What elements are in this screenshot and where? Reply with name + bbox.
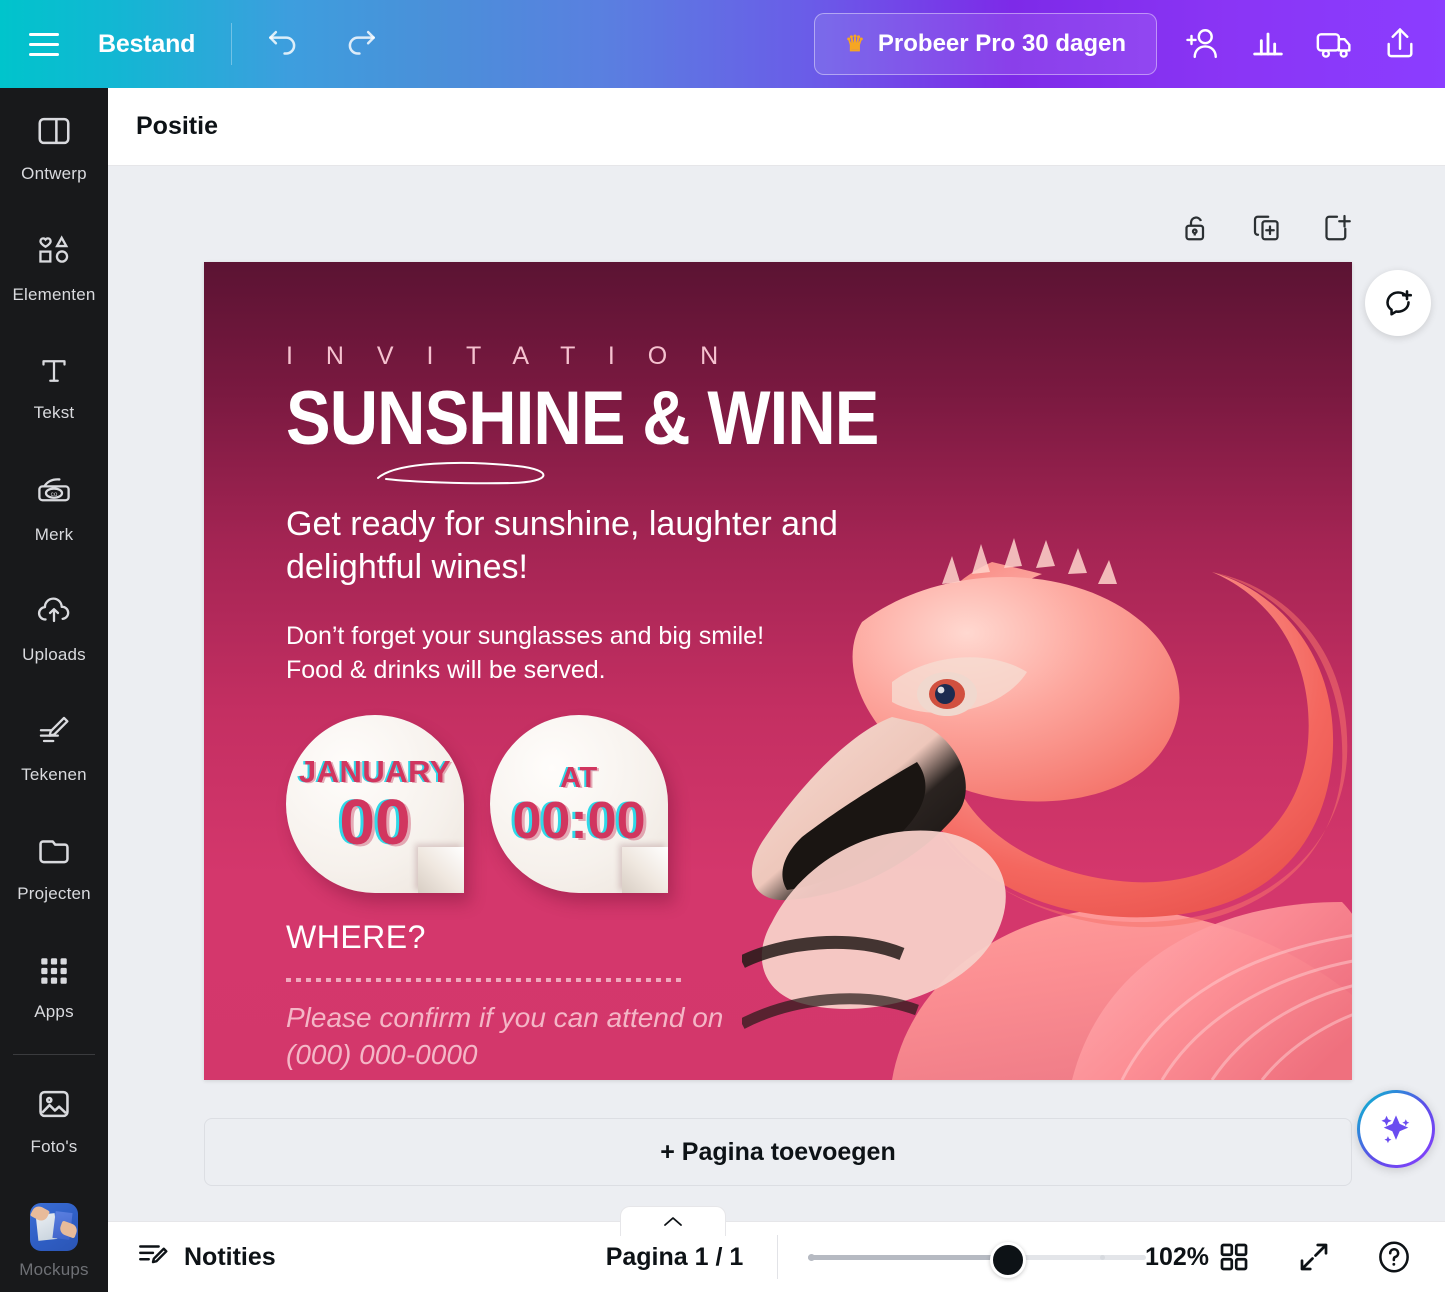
poster-title: SUNSHINE & WINE <box>286 376 879 461</box>
sidebar-label: Tekst <box>33 403 75 422</box>
expand-fullscreen-icon[interactable] <box>1289 1232 1339 1282</box>
zoom-slider-handle[interactable] <box>990 1242 1027 1278</box>
sidebar-item-projecten[interactable]: Projecten <box>0 808 108 928</box>
canva-editor-window: Bestand ♛ Probeer Pro 30 dagen Ontwerp E… <box>0 0 1445 1292</box>
left-sidebar-rail: Ontwerp Elementen Tekst co Merk Uploads … <box>0 88 108 1292</box>
shapes-icon <box>34 231 74 276</box>
page-tools <box>1177 208 1357 248</box>
duplicate-page-icon[interactable] <box>1247 208 1287 248</box>
sidebar-label: Elementen <box>12 285 96 304</box>
zoom-slider-fill <box>808 1255 1012 1260</box>
insights-chart-icon[interactable] <box>1243 19 1293 69</box>
zoom-slider[interactable] <box>808 1242 1147 1278</box>
grid-view-icon[interactable] <box>1209 1232 1259 1282</box>
rsvp-text: Please confirm if you can attend on (000… <box>286 1000 906 1073</box>
help-question-icon[interactable] <box>1369 1232 1419 1282</box>
undo-icon[interactable] <box>258 19 308 69</box>
sticker-at-label: AT <box>560 761 598 794</box>
cloud-upload-icon <box>34 591 74 636</box>
context-toolbar: Positie <box>108 88 1445 166</box>
notes-label: Notities <box>184 1242 276 1271</box>
add-page-button[interactable]: + Pagina toevoegen <box>204 1118 1352 1186</box>
rsvp-line1: Please confirm if you can attend on <box>286 1002 724 1034</box>
try-pro-button[interactable]: ♛ Probeer Pro 30 dagen <box>814 13 1157 75</box>
design-page-canvas[interactable]: I N V I T A T I O N SUNSHINE & WINE Get … <box>204 262 1352 1080</box>
sticker-time: 00:00 <box>512 791 646 850</box>
poster-sub-line1: Don’t forget your sunglasses and big smi… <box>286 621 765 650</box>
sidebar-item-apps[interactable]: Apps <box>0 928 108 1048</box>
sidebar-item-mockups[interactable]: Mockups <box>0 1181 108 1292</box>
sidebar-item-fotos[interactable]: Foto's <box>0 1061 108 1181</box>
bottom-divider <box>777 1235 779 1279</box>
svg-text:co: co <box>51 491 58 498</box>
header-actions <box>1177 19 1425 69</box>
notes-button[interactable]: Notities <box>136 1238 276 1277</box>
upload-share-icon[interactable] <box>1375 19 1425 69</box>
rsvp-line2: (000) 000-0000 <box>286 1038 478 1070</box>
poster-text-block: I N V I T A T I O N SUNSHINE & WINE Get … <box>286 342 906 1073</box>
magic-sparkle-icon[interactable] <box>1357 1090 1435 1168</box>
page-title: Positie <box>136 112 218 140</box>
sticker-month: JANUARY <box>298 754 452 790</box>
sidebar-item-tekst[interactable]: Tekst <box>0 328 108 448</box>
sidebar-item-merk[interactable]: co Merk <box>0 448 108 568</box>
apps-grid-icon <box>37 954 71 993</box>
share-collaborators-icon[interactable] <box>1177 19 1227 69</box>
poster-sub-line2: Food & drinks will be served. <box>286 655 606 684</box>
page-counter: Pagina 1 / 1 <box>605 1242 744 1271</box>
add-comment-icon[interactable] <box>1365 270 1431 336</box>
try-pro-label: Probeer Pro 30 dagen <box>877 30 1126 57</box>
redo-icon[interactable] <box>336 19 386 69</box>
sidebar-item-ontwerp[interactable]: Ontwerp <box>0 88 108 208</box>
sidebar-divider <box>13 1054 95 1055</box>
top-header-bar: Bestand ♛ Probeer Pro 30 dagen <box>0 0 1445 88</box>
sidebar-label: Tekenen <box>21 765 87 784</box>
brand-radio-icon: co <box>34 471 74 516</box>
date-sticker[interactable]: JANUARY 00 <box>286 715 464 894</box>
dotted-divider <box>286 978 686 983</box>
canvas-workspace: I N V I T A T I O N SUNSHINE & WINE Get … <box>108 166 1445 1221</box>
crown-icon: ♛ <box>845 31 865 56</box>
bottom-right-actions <box>1209 1232 1419 1282</box>
folder-icon <box>35 832 73 875</box>
sidebar-label: Apps <box>34 1002 74 1021</box>
sidebar-label: Uploads <box>22 645 86 664</box>
poster-sub-text: Don’t forget your sunglasses and big smi… <box>286 620 906 688</box>
where-label: WHERE? <box>286 919 426 956</box>
bottom-status-bar: Notities Pagina 1 / 1 102% <box>108 1221 1445 1292</box>
history-controls <box>258 19 386 69</box>
sidebar-item-uploads[interactable]: Uploads <box>0 568 108 688</box>
sidebar-label: Projecten <box>17 884 91 903</box>
layout-panel-icon <box>35 112 73 155</box>
sidebar-label: Merk <box>34 525 74 544</box>
sidebar-item-tekenen[interactable]: Tekenen <box>0 688 108 808</box>
photo-image-icon <box>35 1085 73 1128</box>
file-menu-button[interactable]: Bestand <box>98 30 195 59</box>
time-sticker[interactable]: AT 00:00 <box>490 715 668 894</box>
hamburger-icon[interactable] <box>22 22 66 66</box>
add-page-icon[interactable] <box>1317 208 1357 248</box>
draw-pen-icon <box>34 711 74 756</box>
lock-icon[interactable] <box>1177 208 1217 248</box>
sidebar-label: Mockups <box>19 1259 89 1279</box>
sticker-group: JANUARY 00 AT 00:00 <box>286 715 906 894</box>
print-delivery-truck-icon[interactable] <box>1309 19 1359 69</box>
notes-pencil-icon <box>136 1238 170 1277</box>
sticker-day: 00 <box>339 786 411 859</box>
sidebar-item-elementen[interactable]: Elementen <box>0 208 108 328</box>
sidebar-label: Ontwerp <box>21 164 87 183</box>
sidebar-label: Foto's <box>30 1137 78 1156</box>
zoom-percentage: 102% <box>1145 1242 1209 1271</box>
invitation-kicker: I N V I T A T I O N <box>286 342 732 370</box>
poster-lead-text: Get ready for sunshine, laughter and del… <box>286 504 838 587</box>
header-divider <box>231 23 233 65</box>
add-page-label: + Pagina toevoegen <box>660 1137 896 1166</box>
swirl-underline-icon <box>377 461 545 485</box>
chevron-up-icon[interactable] <box>620 1206 726 1236</box>
text-T-icon <box>36 353 72 394</box>
mockups-app-icon <box>30 1202 78 1251</box>
